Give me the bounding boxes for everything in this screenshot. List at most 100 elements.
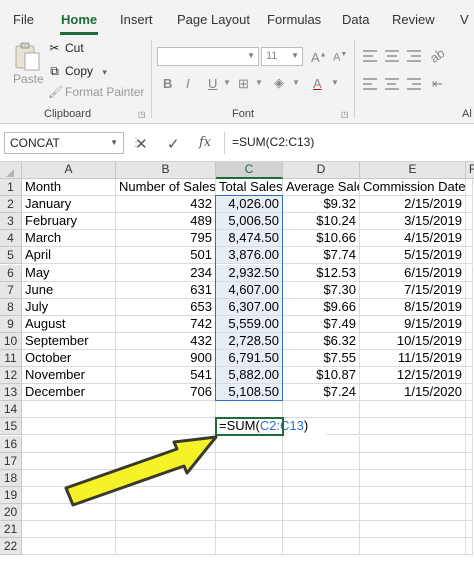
paste-icon[interactable] bbox=[13, 42, 41, 72]
table-cell[interactable] bbox=[466, 332, 473, 350]
table-cell[interactable]: 5,108.50 bbox=[216, 384, 283, 402]
table-cell[interactable]: July bbox=[22, 298, 116, 316]
column-title-cell[interactable]: Month bbox=[22, 179, 116, 197]
table-cell[interactable] bbox=[466, 469, 473, 487]
table-cell[interactable]: November bbox=[22, 367, 116, 385]
row-header[interactable]: 10 bbox=[0, 332, 22, 350]
row-header[interactable]: 19 bbox=[0, 486, 22, 504]
table-cell[interactable] bbox=[360, 401, 466, 419]
table-cell[interactable] bbox=[216, 469, 283, 487]
table-cell[interactable]: January bbox=[22, 196, 116, 214]
table-cell[interactable]: 6,791.50 bbox=[216, 350, 283, 368]
table-cell[interactable]: February bbox=[22, 213, 116, 231]
column-header[interactable]: A bbox=[22, 162, 116, 179]
table-cell[interactable]: 9/15/2019 bbox=[360, 315, 466, 333]
fill-color-icon[interactable]: ◈ bbox=[274, 75, 284, 91]
table-cell[interactable] bbox=[116, 401, 216, 419]
font-size-box[interactable]: 11 ▼ bbox=[261, 47, 303, 66]
table-cell[interactable]: 6,307.00 bbox=[216, 298, 283, 316]
copy-button[interactable]: ⧉ Copy ▾ bbox=[48, 64, 107, 79]
table-cell[interactable]: 900 bbox=[116, 350, 216, 368]
table-cell[interactable] bbox=[116, 486, 216, 504]
tab-data[interactable]: Data bbox=[342, 12, 369, 27]
row-header[interactable]: 21 bbox=[0, 521, 22, 539]
enter-icon[interactable]: ✓ bbox=[167, 135, 180, 153]
align-top-icon[interactable] bbox=[363, 50, 377, 62]
table-cell[interactable]: 2/15/2019 bbox=[360, 196, 466, 214]
row-header[interactable]: 22 bbox=[0, 538, 22, 556]
table-cell[interactable]: $10.24 bbox=[283, 213, 360, 231]
table-cell[interactable] bbox=[22, 486, 116, 504]
column-header[interactable]: D bbox=[283, 162, 360, 179]
table-cell[interactable] bbox=[22, 503, 116, 521]
table-cell[interactable]: October bbox=[22, 350, 116, 368]
row-header[interactable]: 8 bbox=[0, 298, 22, 316]
table-cell[interactable]: 4/15/2019 bbox=[360, 230, 466, 248]
table-cell[interactable] bbox=[466, 230, 473, 248]
table-cell[interactable]: 2,932.50 bbox=[216, 264, 283, 282]
orientation-icon[interactable]: ab bbox=[427, 45, 447, 66]
table-cell[interactable] bbox=[116, 418, 216, 436]
decrease-font-icon[interactable]: A▼ bbox=[333, 51, 347, 64]
table-cell[interactable]: September bbox=[22, 332, 116, 350]
table-cell[interactable]: 12/15/2019 bbox=[360, 367, 466, 385]
table-cell[interactable] bbox=[466, 503, 473, 521]
table-cell[interactable]: June bbox=[22, 281, 116, 299]
format-painter-button[interactable]: 🖌 Format Painter bbox=[48, 85, 144, 99]
table-cell[interactable]: 11/15/2019 bbox=[360, 350, 466, 368]
name-box[interactable]: CONCAT ▼ bbox=[4, 132, 124, 154]
tab-file[interactable]: File bbox=[13, 12, 34, 27]
table-cell[interactable] bbox=[466, 196, 473, 214]
table-cell[interactable]: April bbox=[22, 247, 116, 265]
underline-button[interactable]: U bbox=[208, 76, 217, 91]
table-cell[interactable]: 541 bbox=[116, 367, 216, 385]
table-cell[interactable] bbox=[360, 538, 466, 556]
paste-button[interactable]: Paste bbox=[13, 72, 44, 86]
table-cell[interactable] bbox=[466, 213, 473, 231]
borders-icon[interactable]: ⊞ bbox=[238, 76, 249, 92]
table-cell[interactable] bbox=[360, 503, 466, 521]
row-header[interactable]: 12 bbox=[0, 367, 22, 385]
table-cell[interactable] bbox=[360, 469, 466, 487]
table-cell[interactable]: 3/15/2019 bbox=[360, 213, 466, 231]
table-cell[interactable] bbox=[466, 452, 473, 470]
table-cell[interactable]: $7.74 bbox=[283, 247, 360, 265]
table-cell[interactable]: $7.30 bbox=[283, 281, 360, 299]
table-cell[interactable]: 8,474.50 bbox=[216, 230, 283, 248]
chevron-down-icon[interactable]: ▼ bbox=[331, 78, 339, 87]
table-cell[interactable]: $7.24 bbox=[283, 384, 360, 402]
table-cell[interactable] bbox=[466, 350, 473, 368]
select-all-corner[interactable] bbox=[0, 162, 22, 179]
table-cell[interactable] bbox=[22, 521, 116, 539]
active-cell-editor[interactable]: =SUM(C2:C13) bbox=[216, 418, 326, 436]
table-cell[interactable] bbox=[216, 486, 283, 504]
decrease-indent-icon[interactable]: ⇤ bbox=[432, 76, 443, 92]
table-cell[interactable] bbox=[116, 452, 216, 470]
table-cell[interactable] bbox=[116, 521, 216, 539]
row-header[interactable]: 2 bbox=[0, 196, 22, 214]
font-launcher-icon[interactable]: ◳ bbox=[341, 110, 349, 119]
table-cell[interactable] bbox=[360, 418, 466, 436]
chevron-down-icon[interactable]: ▼ bbox=[223, 78, 231, 87]
table-cell[interactable]: $10.87 bbox=[283, 367, 360, 385]
table-cell[interactable]: 1/15/2020 bbox=[360, 384, 466, 402]
table-cell[interactable] bbox=[466, 264, 473, 282]
table-cell[interactable] bbox=[216, 401, 283, 419]
table-cell[interactable]: 4,026.00 bbox=[216, 196, 283, 214]
table-cell[interactable] bbox=[283, 401, 360, 419]
font-color-icon[interactable]: A bbox=[313, 76, 322, 91]
table-cell[interactable] bbox=[22, 469, 116, 487]
column-title-cell[interactable]: Average Sale bbox=[283, 179, 360, 197]
table-cell[interactable]: 653 bbox=[116, 298, 216, 316]
column-header[interactable]: E bbox=[360, 162, 466, 179]
table-cell[interactable] bbox=[360, 435, 466, 453]
table-cell[interactable] bbox=[466, 401, 473, 419]
table-cell[interactable] bbox=[22, 401, 116, 419]
row-header[interactable]: 14 bbox=[0, 401, 22, 419]
table-cell[interactable]: March bbox=[22, 230, 116, 248]
row-header[interactable]: 9 bbox=[0, 315, 22, 333]
table-cell[interactable] bbox=[360, 486, 466, 504]
table-cell[interactable]: 432 bbox=[116, 196, 216, 214]
column-header[interactable]: C bbox=[216, 162, 283, 179]
table-cell[interactable]: $12.53 bbox=[283, 264, 360, 282]
